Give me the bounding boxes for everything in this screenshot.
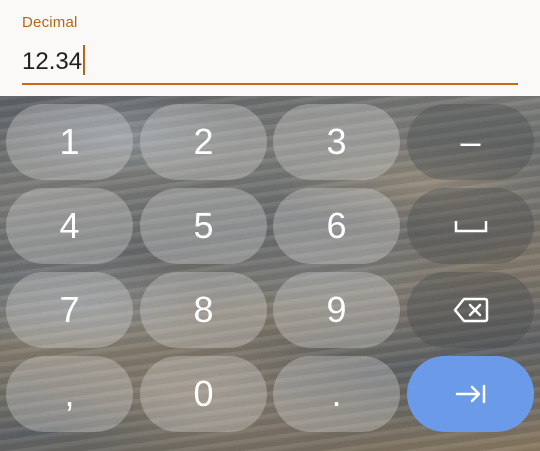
key-9[interactable]: 9 <box>273 272 400 348</box>
numeric-keyboard: 1 2 3 – 4 5 6 7 8 9 , 0 . <box>0 96 540 451</box>
key-7-label: 7 <box>59 289 80 330</box>
key-2[interactable]: 2 <box>140 104 267 180</box>
key-8-label: 8 <box>193 289 214 330</box>
key-1[interactable]: 1 <box>6 104 133 180</box>
key-minus[interactable]: – <box>407 104 534 180</box>
next-field-button[interactable] <box>407 356 534 432</box>
key-3-label: 3 <box>326 121 347 162</box>
key-space[interactable] <box>407 188 534 264</box>
key-comma[interactable]: , <box>6 356 133 432</box>
text-field-container: Decimal 12.34 <box>0 0 540 96</box>
backspace-icon <box>453 297 489 323</box>
key-1-label: 1 <box>59 121 80 162</box>
key-4[interactable]: 4 <box>6 188 133 264</box>
input-value: 12.34 <box>22 48 83 75</box>
key-3[interactable]: 3 <box>273 104 400 180</box>
key-0-label: 0 <box>193 373 214 414</box>
key-comma-label: , <box>64 373 75 414</box>
key-7[interactable]: 7 <box>6 272 133 348</box>
field-label: Decimal <box>22 14 78 31</box>
key-backspace[interactable] <box>407 272 534 348</box>
key-9-label: 9 <box>326 289 347 330</box>
key-5-label: 5 <box>193 205 214 246</box>
key-5[interactable]: 5 <box>140 188 267 264</box>
key-minus-label: – <box>460 121 481 162</box>
tab-icon <box>455 384 487 404</box>
key-period-label: . <box>331 373 342 414</box>
field-underline <box>22 83 518 85</box>
decimal-input-screen: Decimal 12.34 1 2 3 – 4 5 6 7 8 9 , 0 . <box>0 0 540 451</box>
key-6-label: 6 <box>326 205 347 246</box>
key-8[interactable]: 8 <box>140 272 267 348</box>
key-2-label: 2 <box>193 121 214 162</box>
key-0[interactable]: 0 <box>140 356 267 432</box>
key-4-label: 4 <box>59 205 80 246</box>
key-6[interactable]: 6 <box>273 188 400 264</box>
decimal-input[interactable]: 12.34 <box>22 44 518 82</box>
key-period[interactable]: . <box>273 356 400 432</box>
text-cursor <box>83 45 86 75</box>
space-icon <box>454 219 488 233</box>
